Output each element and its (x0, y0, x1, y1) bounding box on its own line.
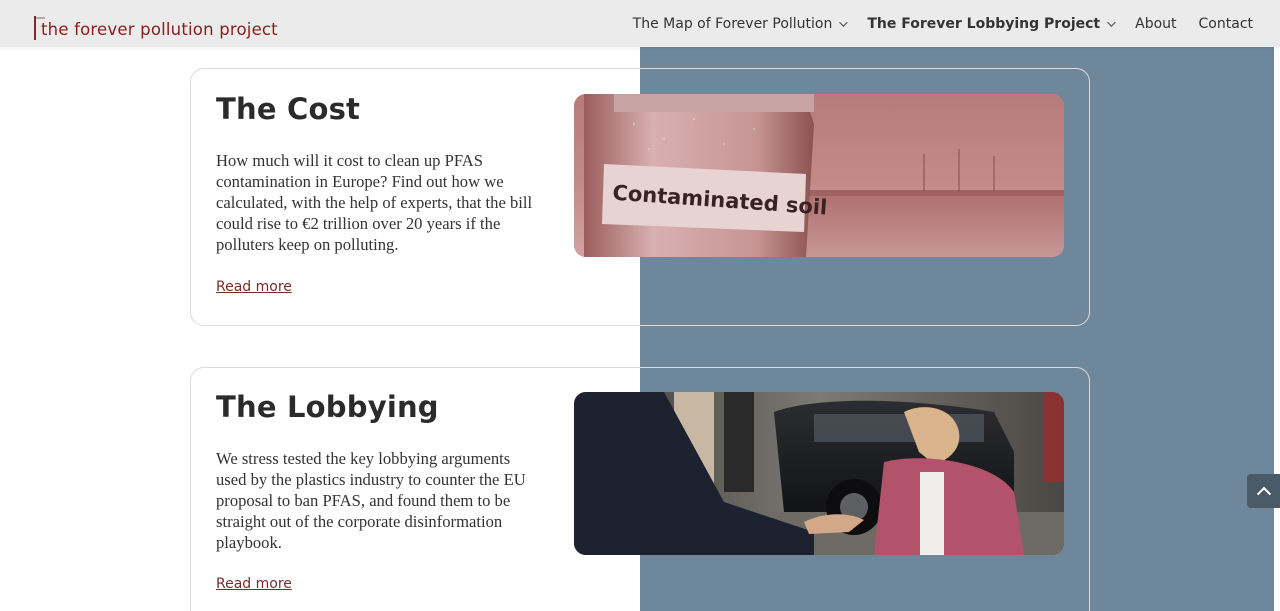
back-to-top-button[interactable] (1247, 474, 1280, 508)
main-nav: The Map of Forever Pollution The Forever… (633, 0, 1253, 47)
card-the-cost: The Cost How much will it cost to clean … (190, 68, 1090, 326)
read-more-link[interactable]: Read more (216, 576, 292, 592)
nav-item-label: Contact (1198, 15, 1253, 32)
arrow-up-icon (1256, 486, 1271, 501)
nav-item-label: The Map of Forever Pollution (632, 15, 833, 32)
logo-text: the forever pollution project (41, 20, 278, 39)
card-title: The Cost (216, 92, 361, 126)
chevron-down-icon (1107, 17, 1116, 27)
card-body: How much will it cost to clean up PFAS c… (216, 151, 533, 254)
nav-item-lobbying-project[interactable]: The Forever Lobbying Project (867, 15, 1116, 32)
read-more-link[interactable]: Read more (216, 279, 292, 295)
nav-item-about[interactable]: About (1135, 16, 1176, 32)
chevron-down-icon (839, 17, 849, 27)
contaminated-soil-image[interactable]: Contaminated soil (574, 94, 1064, 257)
site-logo[interactable]: the forever pollution project (33, 12, 278, 40)
handshake-photo[interactable] (574, 392, 1064, 555)
nav-item-map[interactable]: The Map of Forever Pollution (632, 15, 849, 32)
card-body: We stress tested the key lobbying argume… (216, 449, 526, 552)
nav-item-label: The Forever Lobbying Project (867, 15, 1101, 32)
site-header: the forever pollution project The Map of… (0, 0, 1280, 47)
nav-item-label: About (1135, 15, 1177, 32)
card-title: The Lobbying (216, 390, 439, 424)
scroll-strip (1274, 47, 1280, 611)
logo-flag-icon (33, 16, 45, 40)
card-the-lobbying: The Lobbying We stress tested the key lo… (190, 367, 1090, 611)
nav-item-contact[interactable]: Contact (1199, 16, 1253, 32)
page: the forever pollution project The Map of… (0, 0, 1280, 611)
